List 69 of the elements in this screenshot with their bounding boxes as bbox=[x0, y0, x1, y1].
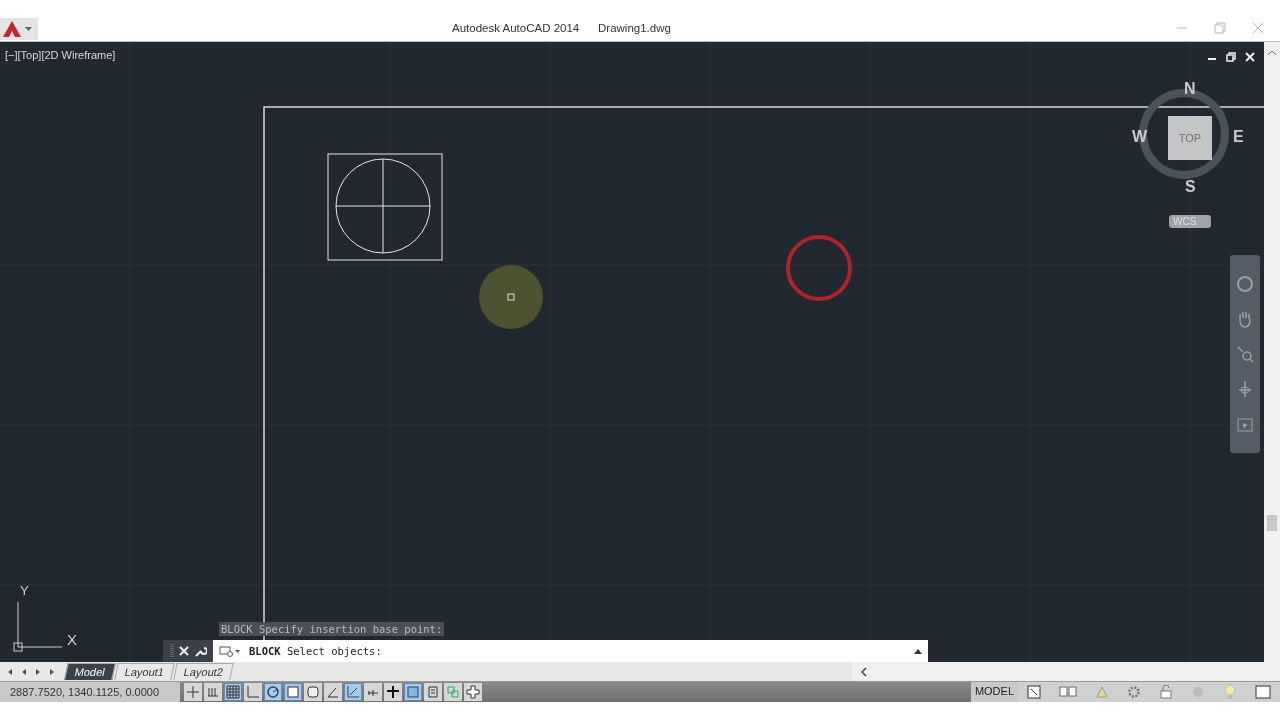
coordinates-readout[interactable]: 2887.7520, 1340.1125, 0.0000 bbox=[0, 682, 180, 702]
toggle-icon bbox=[406, 685, 420, 699]
vertical-scrollbar[interactable] bbox=[1264, 42, 1280, 662]
window-title: Autodesk AutoCAD 2014 bbox=[452, 22, 580, 34]
logo-icon bbox=[3, 21, 21, 37]
toggle-icon bbox=[206, 685, 220, 699]
toggle-icon bbox=[186, 685, 200, 699]
recent-commands-icon[interactable] bbox=[219, 645, 241, 657]
expand-icon[interactable] bbox=[914, 648, 922, 654]
zoom-icon[interactable] bbox=[1236, 345, 1254, 363]
horizontal-scrollbar[interactable] bbox=[852, 662, 1280, 681]
toggle-icon bbox=[386, 685, 400, 699]
toggle-icon bbox=[446, 685, 460, 699]
gear-icon[interactable] bbox=[1127, 685, 1141, 699]
orbit-icon[interactable] bbox=[1237, 379, 1253, 398]
caret-icon bbox=[25, 27, 32, 31]
command-input[interactable]: BLOCK Select objects: bbox=[213, 640, 928, 662]
toggle-icon bbox=[226, 685, 240, 699]
layout-tab[interactable]: Layout2 bbox=[173, 663, 235, 680]
compass-label: E bbox=[1233, 128, 1244, 146]
drafting-toggle[interactable] bbox=[324, 683, 342, 701]
layout-tab[interactable]: Model bbox=[64, 663, 116, 680]
command-history: BLOCK Specify insertion base point: bbox=[219, 622, 445, 636]
circle-object bbox=[786, 235, 852, 301]
toggle-icon bbox=[466, 685, 480, 699]
drafting-toggle[interactable] bbox=[224, 683, 242, 701]
drafting-toggle[interactable] bbox=[384, 683, 402, 701]
scroll-left-icon[interactable] bbox=[860, 666, 868, 677]
toggle-icon bbox=[286, 685, 300, 699]
axis-label: X bbox=[67, 631, 77, 648]
scroll-thumb[interactable] bbox=[1267, 515, 1277, 531]
viewports-icon[interactable] bbox=[1059, 685, 1077, 699]
grip-icon[interactable] bbox=[169, 644, 174, 658]
drafting-toggle[interactable] bbox=[204, 683, 222, 701]
drafting-toggle[interactable] bbox=[444, 683, 462, 701]
drafting-toggle[interactable] bbox=[244, 683, 262, 701]
lock-icon[interactable] bbox=[1159, 685, 1173, 699]
drafting-toggle[interactable] bbox=[464, 683, 482, 701]
toggle-icon bbox=[306, 685, 320, 699]
layout-tab[interactable]: Layout1 bbox=[114, 663, 175, 680]
compass-label: S bbox=[1185, 178, 1196, 196]
toggle-icon bbox=[326, 685, 340, 699]
application-menu-button[interactable] bbox=[0, 18, 38, 40]
hand-icon[interactable] bbox=[1237, 310, 1253, 329]
drafting-toggle[interactable] bbox=[184, 683, 202, 701]
ucs-axes bbox=[13, 601, 63, 652]
cursor-highlight bbox=[479, 265, 543, 329]
fullscreen-icon[interactable] bbox=[1255, 685, 1271, 699]
drafting-toggle[interactable] bbox=[344, 683, 362, 701]
document-title: Drawing1.dwg bbox=[598, 22, 671, 34]
toggle-icon bbox=[246, 685, 260, 699]
layout-icon[interactable] bbox=[1027, 685, 1041, 699]
drafting-toggle[interactable] bbox=[404, 683, 422, 701]
drafting-toggle[interactable] bbox=[264, 683, 282, 701]
toggle-icon bbox=[266, 685, 280, 699]
drafting-toggle[interactable] bbox=[364, 683, 382, 701]
compass-label: W bbox=[1132, 128, 1148, 146]
scroll-up-icon[interactable] bbox=[1268, 50, 1276, 55]
drafting-toggle[interactable] bbox=[284, 683, 302, 701]
compass-label: N bbox=[1184, 80, 1196, 98]
drafting-toggle[interactable] bbox=[424, 683, 442, 701]
wheel-icon[interactable] bbox=[1236, 275, 1254, 294]
drafting-toggle[interactable] bbox=[304, 683, 322, 701]
viewport-label[interactable]: [−][Top][2D Wireframe] bbox=[5, 49, 116, 61]
command-prompt: BLOCK Select objects: bbox=[249, 645, 383, 657]
toggle-icon bbox=[426, 685, 440, 699]
axis-label: Y bbox=[20, 583, 29, 598]
toggle-icon bbox=[346, 685, 360, 699]
space-indicator[interactable]: MODEL bbox=[970, 682, 1018, 702]
